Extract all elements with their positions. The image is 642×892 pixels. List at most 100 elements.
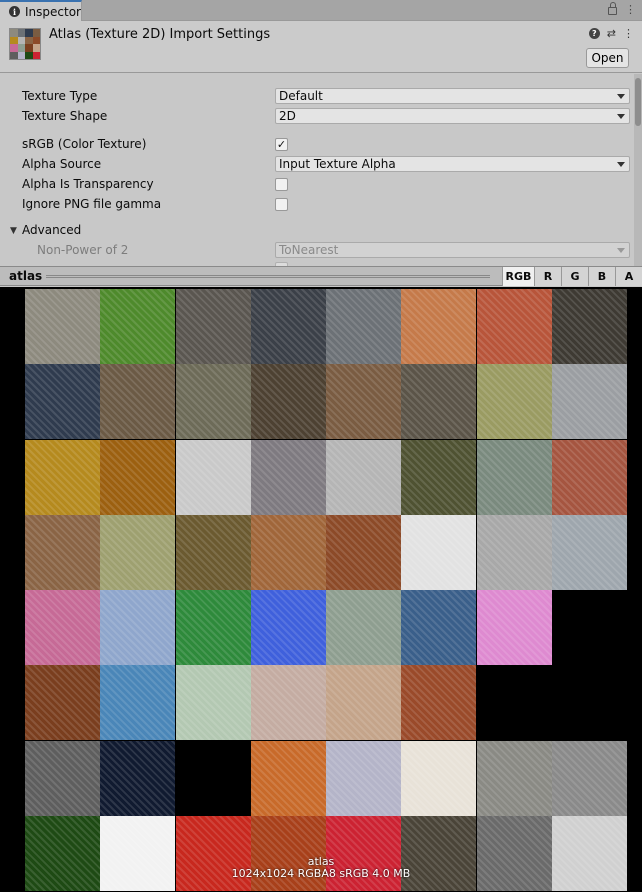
thumbnail-cell: [10, 29, 18, 37]
open-button[interactable]: Open: [586, 48, 629, 68]
atlas-tile: [250, 514, 326, 590]
tab-label: Inspector: [25, 4, 81, 19]
texture-type-dropdown[interactable]: Default: [275, 88, 630, 104]
header-icons: ? ⇄ ⋮: [588, 27, 634, 40]
atlas-tile: [25, 590, 100, 665]
channel-rgb-button[interactable]: RGB: [502, 267, 534, 286]
tab-inspector[interactable]: i Inspector: [0, 0, 82, 21]
header-title: Atlas (Texture 2D) Import Settings: [49, 27, 271, 42]
import-settings-header: Atlas (Texture 2D) Import Settings ? ⇄ ⋮…: [0, 21, 642, 73]
preset-icon[interactable]: ⇄: [607, 27, 616, 40]
channel-a-button[interactable]: A: [615, 267, 642, 286]
thumbnail-cell: [10, 51, 18, 59]
inspector-scrollbar[interactable]: [634, 74, 642, 266]
atlas-tile: [476, 364, 552, 440]
row-texture-shape: Texture Shape 2D: [22, 107, 632, 125]
texture-shape-value: 2D: [279, 109, 296, 123]
row-texture-type: Texture Type Default: [22, 87, 632, 105]
alpha-is-transparency-checkbox[interactable]: [275, 177, 288, 191]
atlas-tile: [175, 740, 251, 816]
caption-info: 1024x1024 RGBA8 sRGB 4.0 MB: [231, 867, 411, 880]
chevron-down-icon: [617, 162, 625, 167]
atlas-tile: [401, 740, 477, 816]
alpha-source-label: Alpha Source: [22, 157, 102, 171]
texture-shape-dropdown[interactable]: 2D: [275, 108, 630, 124]
scrollbar-thumb[interactable]: [635, 78, 641, 126]
tab-controls: ⋮: [608, 2, 636, 16]
atlas-tile: [551, 439, 627, 515]
alpha-source-dropdown[interactable]: Input Texture Alpha: [275, 156, 630, 172]
atlas-tile: [250, 590, 326, 665]
atlas-tile: [175, 289, 251, 364]
non-power-of-2-dropdown: ToNearest: [275, 242, 630, 258]
atlas-tile: [100, 665, 176, 741]
channel-r-button[interactable]: R: [534, 267, 561, 286]
thumbnail-cell: [32, 29, 40, 37]
row-non-power-of-2: Non-Power of 2 ToNearest: [22, 241, 632, 259]
help-icon[interactable]: ?: [588, 28, 600, 39]
atlas-tile: [175, 590, 251, 665]
atlas-tile: [175, 665, 251, 741]
row-advanced[interactable]: Advanced: [22, 221, 632, 239]
alpha-source-value: Input Texture Alpha: [279, 157, 396, 171]
atlas-tile: [476, 590, 552, 665]
row-srgb: sRGB (Color Texture) ✓: [22, 135, 632, 153]
non-power-of-2-value: ToNearest: [279, 243, 339, 257]
atlas-image: [25, 289, 627, 891]
thumbnail-cell: [10, 36, 18, 44]
atlas-tile: [100, 740, 176, 816]
atlas-tile: [326, 665, 401, 741]
resize-grip[interactable]: [46, 275, 490, 278]
atlas-tile: [326, 590, 401, 665]
more-options-icon[interactable]: ⋮: [625, 3, 636, 16]
foldout-arrow-icon[interactable]: ▼: [10, 226, 17, 236]
atlas-tile: [25, 289, 100, 364]
atlas-tile: [175, 364, 251, 440]
preview-toolbar: atlas RGB R G B A: [0, 266, 642, 286]
lock-icon[interactable]: [608, 2, 617, 15]
atlas-tile: [551, 590, 627, 665]
texture-type-label: Texture Type: [22, 89, 98, 103]
channel-b-button[interactable]: B: [588, 267, 615, 286]
alpha-is-transparency-label: Alpha Is Transparency: [22, 177, 154, 191]
atlas-tile: [401, 665, 477, 741]
srgb-checkbox[interactable]: ✓: [275, 137, 288, 151]
atlas-tile: [250, 364, 326, 440]
atlas-tile: [476, 439, 552, 515]
atlas-tile: [250, 439, 326, 515]
atlas-tile: [326, 289, 401, 364]
more-options-icon[interactable]: ⋮: [623, 27, 634, 40]
srgb-label: sRGB (Color Texture): [22, 137, 147, 151]
atlas-tile: [551, 364, 627, 440]
channel-g-button[interactable]: G: [561, 267, 588, 286]
atlas-tile: [476, 665, 552, 741]
preview-caption: atlas 1024x1024 RGBA8 sRGB 4.0 MB: [0, 856, 642, 880]
row-ignore-png-gamma: Ignore PNG file gamma: [22, 195, 632, 213]
ignore-png-gamma-checkbox[interactable]: [275, 197, 288, 211]
advanced-label: Advanced: [22, 223, 82, 237]
atlas-tile: [175, 514, 251, 590]
thumbnail-cell: [25, 29, 33, 37]
thumbnail-cell: [32, 51, 40, 59]
thumbnail-cell: [17, 44, 25, 52]
thumbnail-cell: [17, 36, 25, 44]
atlas-tile: [100, 590, 176, 665]
atlas-tile: [100, 364, 176, 440]
chevron-down-icon: [617, 248, 625, 253]
atlas-tile: [326, 364, 401, 440]
atlas-tile: [25, 740, 100, 816]
thumbnail-cell: [25, 51, 33, 59]
texture-shape-label: Texture Shape: [22, 109, 108, 123]
atlas-tile: [476, 289, 552, 364]
atlas-tile: [250, 289, 326, 364]
thumbnail-cell: [10, 44, 18, 52]
import-properties: Texture Type Default Texture Shape 2D sR…: [0, 74, 634, 266]
thumbnail-cell: [32, 36, 40, 44]
row-alpha-is-transparency: Alpha Is Transparency: [22, 175, 632, 193]
atlas-tile: [476, 514, 552, 590]
atlas-tile: [25, 364, 100, 440]
row-alpha-source: Alpha Source Input Texture Alpha: [22, 155, 632, 173]
atlas-tile: [401, 364, 477, 440]
texture-type-value: Default: [279, 89, 323, 103]
tab-bar: i Inspector ⋮: [0, 0, 642, 21]
